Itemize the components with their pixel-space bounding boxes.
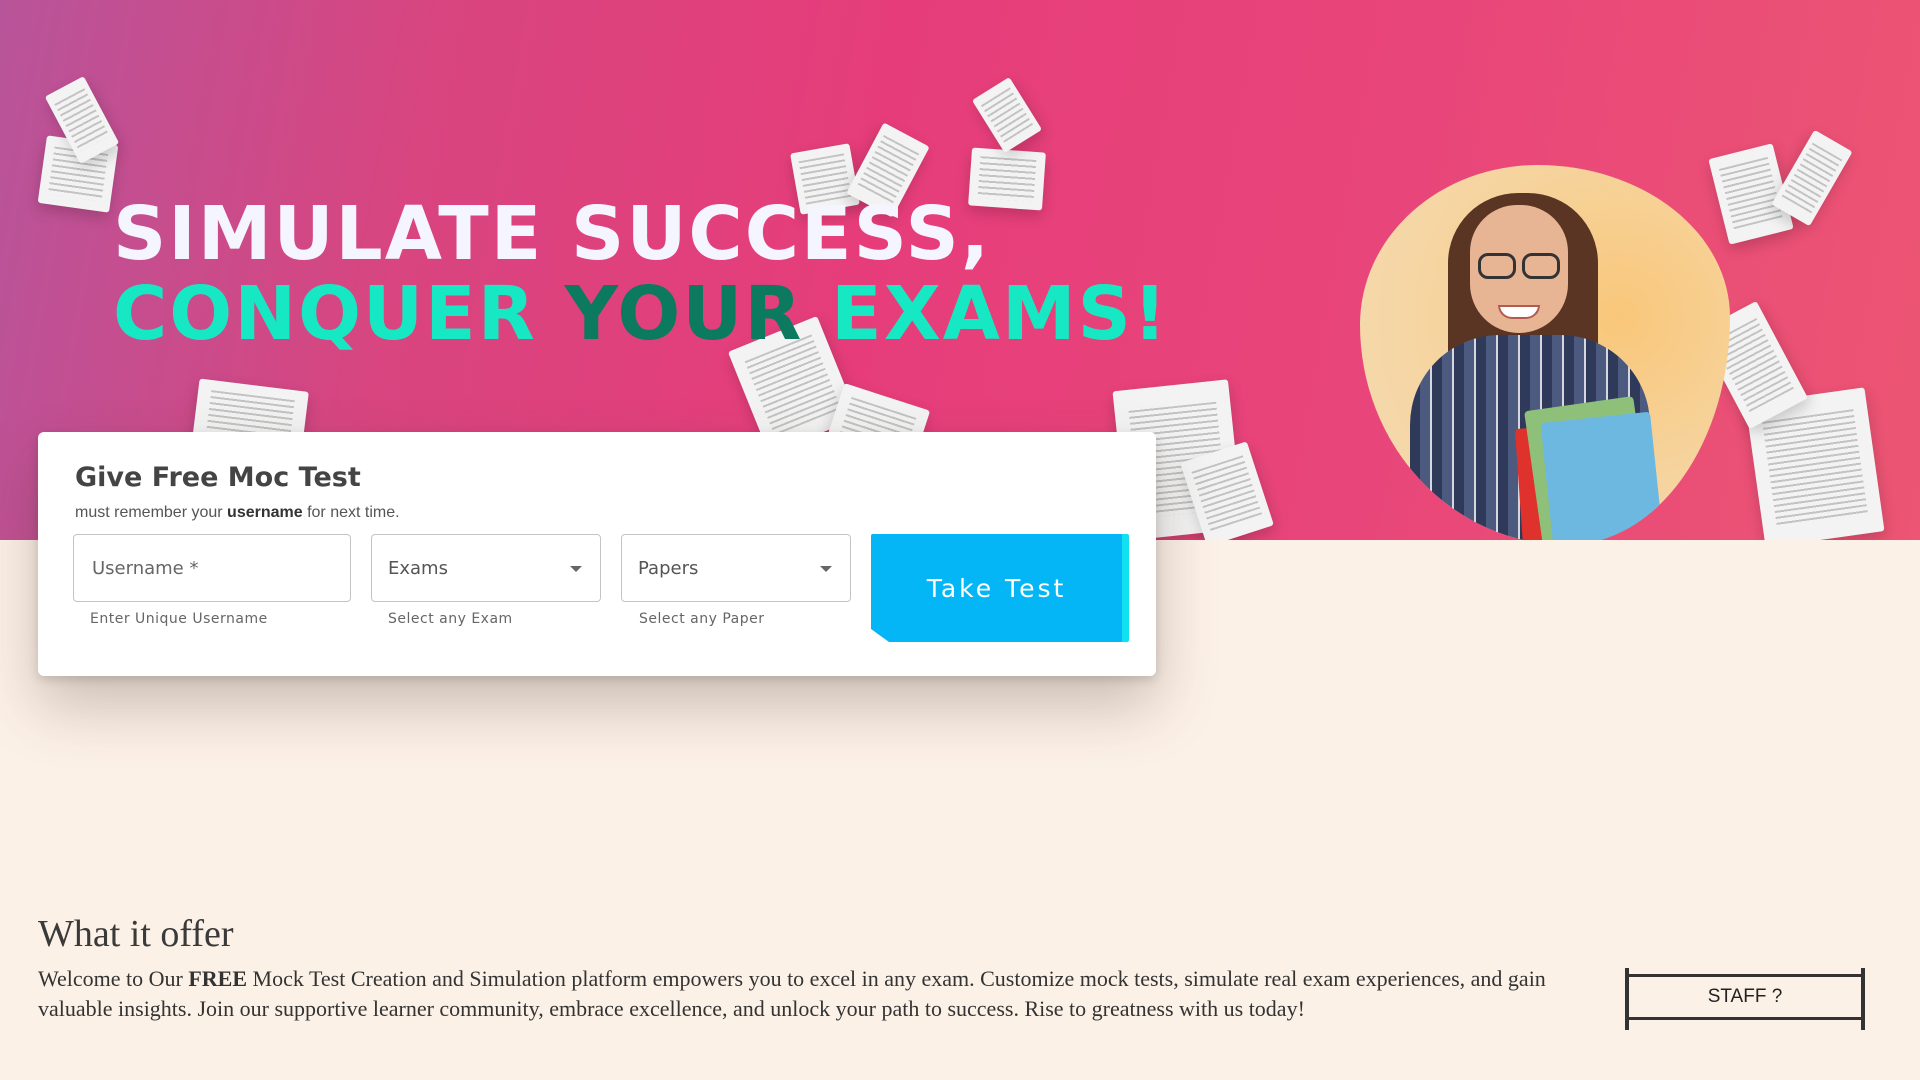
papers-select[interactable]: Papers — [621, 534, 851, 602]
take-test-button[interactable]: Take Test — [871, 534, 1129, 642]
headline-word-your: YOUR — [564, 271, 804, 357]
offer-section-title: What it offer — [38, 913, 234, 955]
mock-test-form-card: Give Free Moc Test must remember your us… — [38, 432, 1156, 676]
form-title: Give Free Moc Test — [75, 462, 361, 493]
form-subtitle: must remember your username for next tim… — [75, 504, 400, 522]
chevron-down-icon — [570, 566, 582, 572]
hero-student-photo — [1360, 165, 1730, 540]
headline-word-exams: EXAMS! — [803, 271, 1169, 357]
staff-button[interactable]: STAFF ? — [1625, 968, 1865, 1030]
papers-select-label: Papers — [638, 557, 699, 579]
offer-text-suffix: Mock Test Creation and Simulation platfo… — [38, 966, 1546, 1021]
offer-description: Welcome to Our FREE Mock Test Creation a… — [38, 964, 1588, 1024]
chevron-down-icon — [820, 566, 832, 572]
headline-word-conquer: CONQUER — [113, 271, 565, 357]
offer-text-prefix: Welcome to Our — [38, 966, 189, 991]
form-subtitle-bold: username — [227, 504, 303, 521]
exams-helper-text: Select any Exam — [388, 611, 513, 627]
form-subtitle-prefix: must remember your — [75, 504, 228, 521]
form-subtitle-suffix: for next time. — [302, 504, 400, 521]
papers-helper-text: Select any Paper — [639, 611, 765, 627]
headline-line-1: SIMULATE SUCCESS, — [113, 191, 991, 277]
exams-select-label: Exams — [388, 557, 448, 579]
flying-paper-decoration — [1771, 129, 1853, 227]
username-input[interactable] — [90, 556, 334, 580]
hero-headline: SIMULATE SUCCESS, CONQUER YOUR EXAMS! — [113, 194, 1169, 354]
flying-paper-decoration — [971, 77, 1043, 153]
username-field[interactable] — [73, 534, 351, 602]
glasses-icon — [1472, 253, 1566, 279]
exams-select[interactable]: Exams — [371, 534, 601, 602]
offer-text-bold: FREE — [188, 966, 248, 991]
headline-line-2: CONQUER YOUR EXAMS! — [113, 274, 1169, 354]
username-helper-text: Enter Unique Username — [90, 611, 268, 627]
